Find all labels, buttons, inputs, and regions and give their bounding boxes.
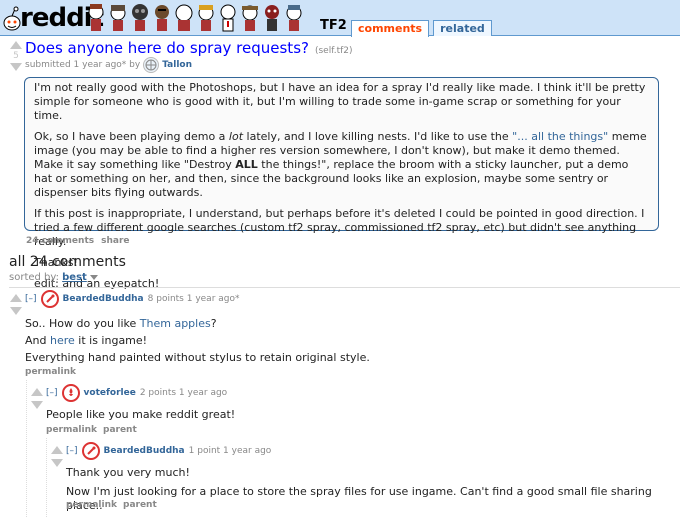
- comments-count-link[interactable]: 24 comments: [26, 236, 94, 246]
- upvote-arrow-icon[interactable]: [10, 294, 22, 302]
- comment-line: And here it is ingame!: [25, 334, 148, 347]
- downvote-arrow-icon[interactable]: [10, 307, 22, 315]
- sort-dropdown[interactable]: best: [62, 272, 87, 283]
- comment-line: Now I'm just looking for a place to stor…: [66, 485, 652, 512]
- share-link[interactable]: share: [101, 236, 129, 246]
- tab-menu: comments related: [351, 20, 492, 37]
- comment-author-link[interactable]: BeardedBuddha: [63, 294, 144, 304]
- extra-mascot-icon: [284, 2, 304, 32]
- subreddit-name[interactable]: TF2: [320, 18, 347, 33]
- site-header: reddit TF2 comments related: [0, 0, 680, 37]
- comment-2-buttons: permalink parent: [46, 425, 137, 435]
- selftext-paragraph-5: edit: and an eyepatch!: [34, 277, 160, 290]
- parent-link[interactable]: parent: [103, 425, 137, 435]
- permalink-link[interactable]: permalink: [66, 500, 117, 510]
- all-the-things-link[interactable]: "... all the things": [512, 130, 608, 143]
- collapse-toggle[interactable]: [–]: [25, 294, 37, 304]
- comment-line: So.. How do you like Them apples?: [25, 317, 217, 330]
- upvote-arrow-icon[interactable]: [10, 41, 22, 49]
- comment-3-tagline: [–] BeardedBuddha 1 point 1 year ago: [66, 442, 271, 460]
- downvote-arrow-icon[interactable]: [51, 459, 63, 467]
- heavy-mascot-icon: [174, 2, 194, 32]
- post-submitted-text: submitted 1 year ago* by: [25, 60, 141, 70]
- author-flair-icon: [143, 57, 160, 73]
- comment-line: People like you make reddit great!: [46, 408, 236, 421]
- comment-1-tagline: [–] BeardedBuddha 8 points 1 year ago*: [25, 290, 240, 308]
- post-title-link[interactable]: Does anyone here do spray requests?: [25, 39, 309, 57]
- user-flair-icon: [81, 442, 100, 460]
- soldier-mascot-icon: [108, 2, 128, 32]
- comment-3-buttons: permalink parent: [66, 500, 157, 510]
- comment-line: Everything hand painted without stylus t…: [25, 351, 370, 364]
- selftext-paragraph-1: I'm not really good with the Photoshops,…: [34, 81, 646, 122]
- post-title-row: Does anyone here do spray requests? (self…: [25, 39, 353, 57]
- comment-line: Thank you very much!: [66, 466, 190, 479]
- comment-meta: 8 points 1 year ago*: [147, 294, 240, 304]
- comment-1-buttons: permalink: [25, 367, 76, 377]
- comment-3-body: Thank you very much! Now I'm just lookin…: [66, 466, 676, 516]
- user-flair-icon: [40, 290, 59, 308]
- post-selftext: I'm not really good with the Photoshops,…: [24, 77, 659, 290]
- comment-3-votes: [51, 446, 63, 467]
- pyro-mascot-icon: [130, 2, 150, 32]
- permalink-link[interactable]: permalink: [46, 425, 97, 435]
- comment-1-body: So.. How do you like Them apples? And he…: [25, 317, 665, 368]
- sniper-mascot-icon: [240, 2, 260, 32]
- parent-link[interactable]: parent: [123, 500, 157, 510]
- divider: [9, 287, 680, 288]
- comment-meta: 1 point 1 year ago: [188, 446, 272, 456]
- upvote-arrow-icon[interactable]: [31, 388, 43, 396]
- downvote-arrow-icon[interactable]: [10, 63, 22, 71]
- tab-comments[interactable]: comments: [351, 20, 430, 37]
- tab-related[interactable]: related: [433, 20, 492, 36]
- sort-control: sorted by: best: [9, 272, 98, 283]
- post-domain[interactable]: (self.tf2): [315, 46, 353, 56]
- permalink-link[interactable]: permalink: [25, 367, 76, 377]
- upvote-arrow-icon[interactable]: [51, 446, 63, 454]
- user-flair-icon: [61, 384, 80, 402]
- selftext-paragraph-4: Thanks!: [34, 256, 78, 269]
- demoman-mascot-icon: [152, 2, 172, 32]
- here-link[interactable]: here: [50, 334, 75, 347]
- medic-mascot-icon: [218, 2, 238, 32]
- comment-2-tagline: [–] voteforlee 2 points 1 year ago: [46, 384, 227, 402]
- comment-meta: 2 points 1 year ago: [139, 388, 228, 398]
- comment-2-votes: [31, 388, 43, 409]
- comment-2-body: People like you make reddit great!: [46, 408, 666, 425]
- them-apples-link[interactable]: Them apples: [140, 317, 211, 330]
- tf2-header-mascots: [86, 2, 304, 32]
- post-buttons: 24 comments share: [26, 236, 130, 246]
- comment-author-link[interactable]: voteforlee: [84, 388, 136, 398]
- collapse-toggle[interactable]: [–]: [66, 446, 78, 456]
- downvote-arrow-icon[interactable]: [31, 401, 43, 409]
- post-author-link[interactable]: Tallon: [162, 60, 192, 70]
- child-comments-border: [26, 380, 27, 517]
- collapse-toggle[interactable]: [–]: [46, 388, 58, 398]
- spy-mascot-icon: [262, 2, 282, 32]
- comment-author-link[interactable]: BeardedBuddha: [104, 446, 185, 456]
- comment-1-votes: [10, 294, 22, 315]
- scout-mascot-icon: [86, 2, 106, 32]
- chevron-down-icon[interactable]: [89, 274, 98, 280]
- reddit-alien-logo-icon[interactable]: [3, 6, 21, 36]
- child-comments-border: [46, 438, 47, 517]
- comments-heading: all 24 comments: [9, 254, 126, 270]
- post-score: 5: [13, 51, 19, 61]
- post-vote-column: 5: [9, 41, 23, 71]
- post-tagline: submitted 1 year ago* by Tallon: [25, 57, 192, 73]
- selftext-paragraph-2: Ok, so I have been playing demo a lot la…: [34, 130, 647, 199]
- engineer-mascot-icon: [196, 2, 216, 32]
